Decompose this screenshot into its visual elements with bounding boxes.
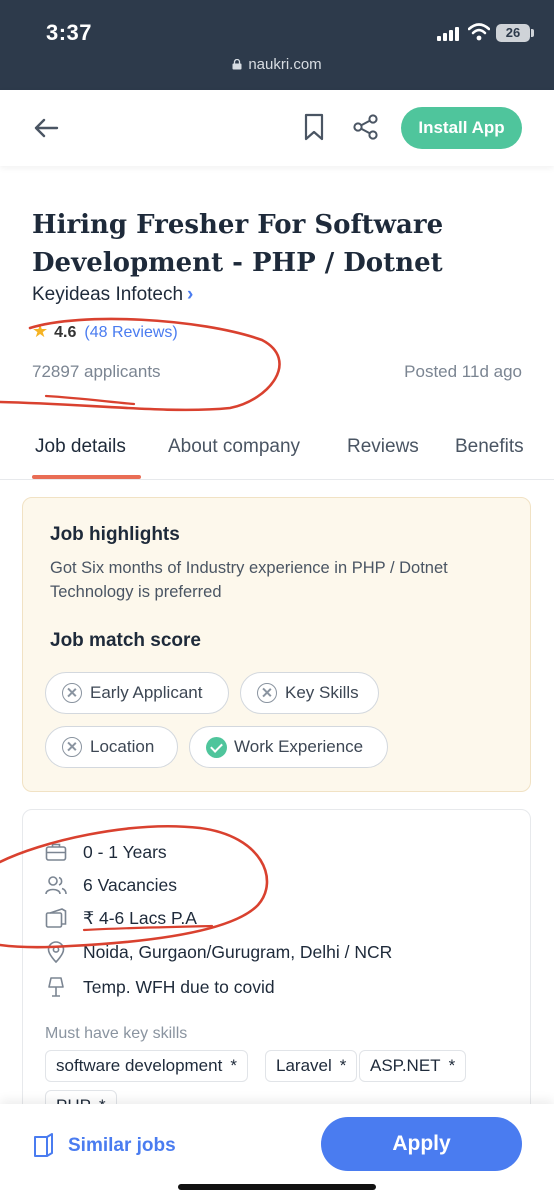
posted-date: Posted 11d ago — [404, 362, 522, 381]
company-rating: ★ 4.6 (48 Reviews) — [32, 321, 178, 342]
experience-text: 0 - 1 Years — [83, 842, 167, 862]
location-pin-icon — [47, 941, 65, 963]
chip-label: Location — [90, 737, 155, 756]
similar-jobs-icon — [34, 1133, 53, 1157]
cellular-signal-icon — [437, 27, 463, 41]
status-time: 3:37 — [46, 20, 93, 45]
status-bar: 3:37 26 naukri.com — [0, 0, 554, 90]
skill-tag[interactable]: software development * — [45, 1050, 248, 1082]
wfh-text: Temp. WFH due to covid — [83, 977, 275, 997]
similar-jobs-button[interactable]: Similar jobs — [32, 1132, 176, 1160]
chip-label: Key Skills — [285, 683, 359, 702]
battery-level: 26 — [496, 24, 530, 42]
home-indicator — [178, 1184, 376, 1190]
highlights-text: Got Six months of Industry experience in… — [50, 559, 448, 601]
check-circle-icon — [206, 737, 227, 758]
chip-label: Early Applicant — [90, 683, 203, 702]
match-score-title: Job match score — [50, 630, 201, 651]
tab-benefits[interactable]: Benefits — [455, 436, 524, 458]
briefcase-icon — [45, 843, 67, 861]
highlights-title: Job highlights — [50, 524, 180, 545]
match-chip-work-experience: Work Experience — [189, 726, 388, 768]
company-name: Keyideas Infotech — [32, 284, 184, 305]
required-marker: * — [339, 1056, 347, 1075]
job-highlights-card: Job highlights Got Six months of Industr… — [22, 497, 531, 792]
match-chip-location: Location — [45, 726, 178, 768]
back-arrow-icon[interactable] — [32, 114, 60, 142]
location-text: Noida, Gurgaon/Gurugram, Delhi / NCR — [83, 942, 393, 962]
install-app-button[interactable]: Install App — [401, 107, 522, 149]
cross-circle-icon — [257, 683, 277, 703]
job-tabs: Job details About company Reviews Benefi… — [0, 418, 554, 480]
wallet-icon — [45, 908, 67, 928]
cross-circle-icon — [62, 737, 82, 757]
company-link[interactable]: Keyideas Infotech › — [32, 284, 193, 306]
required-marker: * — [448, 1056, 456, 1075]
app-header: Install App — [0, 90, 554, 166]
chevron-right-icon: › — [187, 284, 194, 305]
share-icon[interactable] — [353, 114, 379, 140]
rating-value: 4.6 — [54, 324, 77, 341]
active-tab-indicator — [32, 475, 141, 479]
key-skills-label: Must have key skills — [45, 1025, 188, 1042]
bottom-action-bar: Similar jobs Apply — [0, 1104, 554, 1199]
match-chip-early-applicant: Early Applicant — [45, 672, 229, 714]
app-frame: 3:37 26 naukri.com Install App Hiring Fr… — [0, 0, 554, 1199]
wifi-icon — [468, 23, 490, 41]
required-marker: * — [230, 1056, 237, 1075]
tab-about-company[interactable]: About company — [168, 436, 300, 458]
tab-reviews[interactable]: Reviews — [347, 436, 419, 458]
cross-circle-icon — [62, 683, 82, 703]
url-text: naukri.com — [248, 56, 322, 73]
skill-name: software development — [56, 1056, 223, 1075]
salary-text: ₹ 4-6 Lacs P.A — [83, 908, 197, 928]
tab-job-details[interactable]: Job details — [35, 436, 126, 458]
skill-tag[interactable]: ASP.NET * — [359, 1050, 467, 1082]
skill-tag[interactable]: Laravel * — [265, 1050, 358, 1082]
battery-tip — [531, 29, 534, 37]
job-title: Hiring Fresher For Software Development … — [32, 210, 444, 278]
similar-jobs-label: Similar jobs — [68, 1135, 176, 1156]
match-chip-key-skills: Key Skills — [240, 672, 379, 714]
bookmark-icon[interactable] — [303, 113, 325, 141]
job-details-card: 0 - 1 Years 6 Vacancies ₹ 4-6 Lacs P.A N… — [22, 809, 531, 1129]
skill-name: ASP.NET — [370, 1056, 441, 1075]
chip-label: Work Experience — [234, 737, 364, 756]
skill-name: Laravel — [276, 1056, 332, 1075]
applicants-count: 72897 applicants — [32, 362, 161, 381]
apply-button[interactable]: Apply — [321, 1117, 522, 1171]
home-office-icon — [48, 977, 64, 997]
star-icon: ★ — [32, 321, 49, 341]
lock-icon — [232, 59, 242, 70]
reviews-link[interactable]: (48 Reviews) — [84, 324, 177, 341]
people-icon — [45, 876, 67, 895]
vacancies-text: 6 Vacancies — [83, 875, 178, 895]
url-bar[interactable]: naukri.com — [0, 56, 554, 73]
